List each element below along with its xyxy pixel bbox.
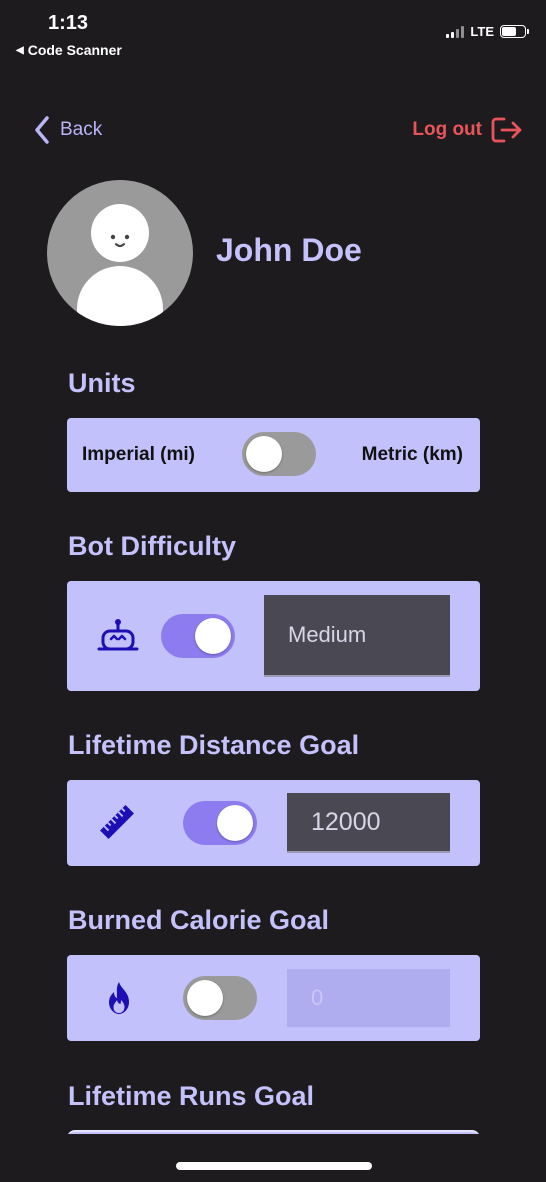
bottom-bar xyxy=(0,1134,546,1182)
settings-screen: 1:13 ◀ Code Scanner LTE Back Log out Joh… xyxy=(0,0,546,1182)
status-back-app-label: Code Scanner xyxy=(27,42,122,58)
runs-goal-title: Lifetime Runs Goal xyxy=(68,1081,315,1111)
distance-goal-input[interactable]: 12000 xyxy=(287,793,450,853)
bot-difficulty-toggle[interactable] xyxy=(161,614,235,658)
back-button[interactable]: Back xyxy=(34,116,102,144)
calorie-goal-toggle[interactable] xyxy=(183,976,257,1020)
calorie-goal-card: 0 xyxy=(67,955,480,1041)
robot-icon xyxy=(97,619,139,651)
status-indicators: LTE xyxy=(446,24,529,39)
back-triangle-icon: ◀ xyxy=(16,44,24,56)
units-title: Units xyxy=(68,368,136,398)
logout-button[interactable]: Log out xyxy=(412,116,524,144)
toggle-knob xyxy=(187,980,223,1016)
status-back-app-link[interactable]: ◀ Code Scanner xyxy=(16,42,122,58)
toggle-knob xyxy=(195,618,231,654)
signal-icon xyxy=(446,25,465,38)
avatar-body xyxy=(77,266,163,326)
chevron-left-icon xyxy=(35,116,49,144)
bot-difficulty-title: Bot Difficulty xyxy=(68,531,236,561)
metric-label: Metric (km) xyxy=(361,444,463,465)
avatar-head xyxy=(91,204,149,262)
back-label: Back xyxy=(60,119,103,140)
toggle-knob xyxy=(246,436,282,472)
toggle-knob xyxy=(217,805,253,841)
ruler-icon xyxy=(100,805,134,839)
logout-icon xyxy=(491,117,522,143)
home-indicator[interactable] xyxy=(176,1162,372,1170)
bot-difficulty-select[interactable]: Medium xyxy=(264,595,450,677)
battery-icon xyxy=(500,25,529,38)
imperial-label: Imperial (mi) xyxy=(82,444,195,465)
units-toggle[interactable] xyxy=(242,432,316,476)
smile-face-icon xyxy=(110,234,130,247)
calorie-goal-title: Burned Calorie Goal xyxy=(68,905,330,935)
units-card: Imperial (mi) Metric (km) xyxy=(67,418,480,492)
status-time: 1:13 xyxy=(48,12,89,34)
distance-goal-card: 12000 xyxy=(67,780,480,866)
distance-goal-title: Lifetime Distance Goal xyxy=(68,730,360,760)
network-label: LTE xyxy=(470,24,494,39)
avatar[interactable] xyxy=(47,180,193,326)
profile-name: John Doe xyxy=(216,232,362,268)
logout-label: Log out xyxy=(412,119,482,140)
flame-icon xyxy=(109,982,129,1014)
bot-difficulty-card: Medium xyxy=(67,581,480,691)
calorie-goal-input[interactable]: 0 xyxy=(287,969,450,1027)
distance-goal-toggle[interactable] xyxy=(183,801,257,845)
